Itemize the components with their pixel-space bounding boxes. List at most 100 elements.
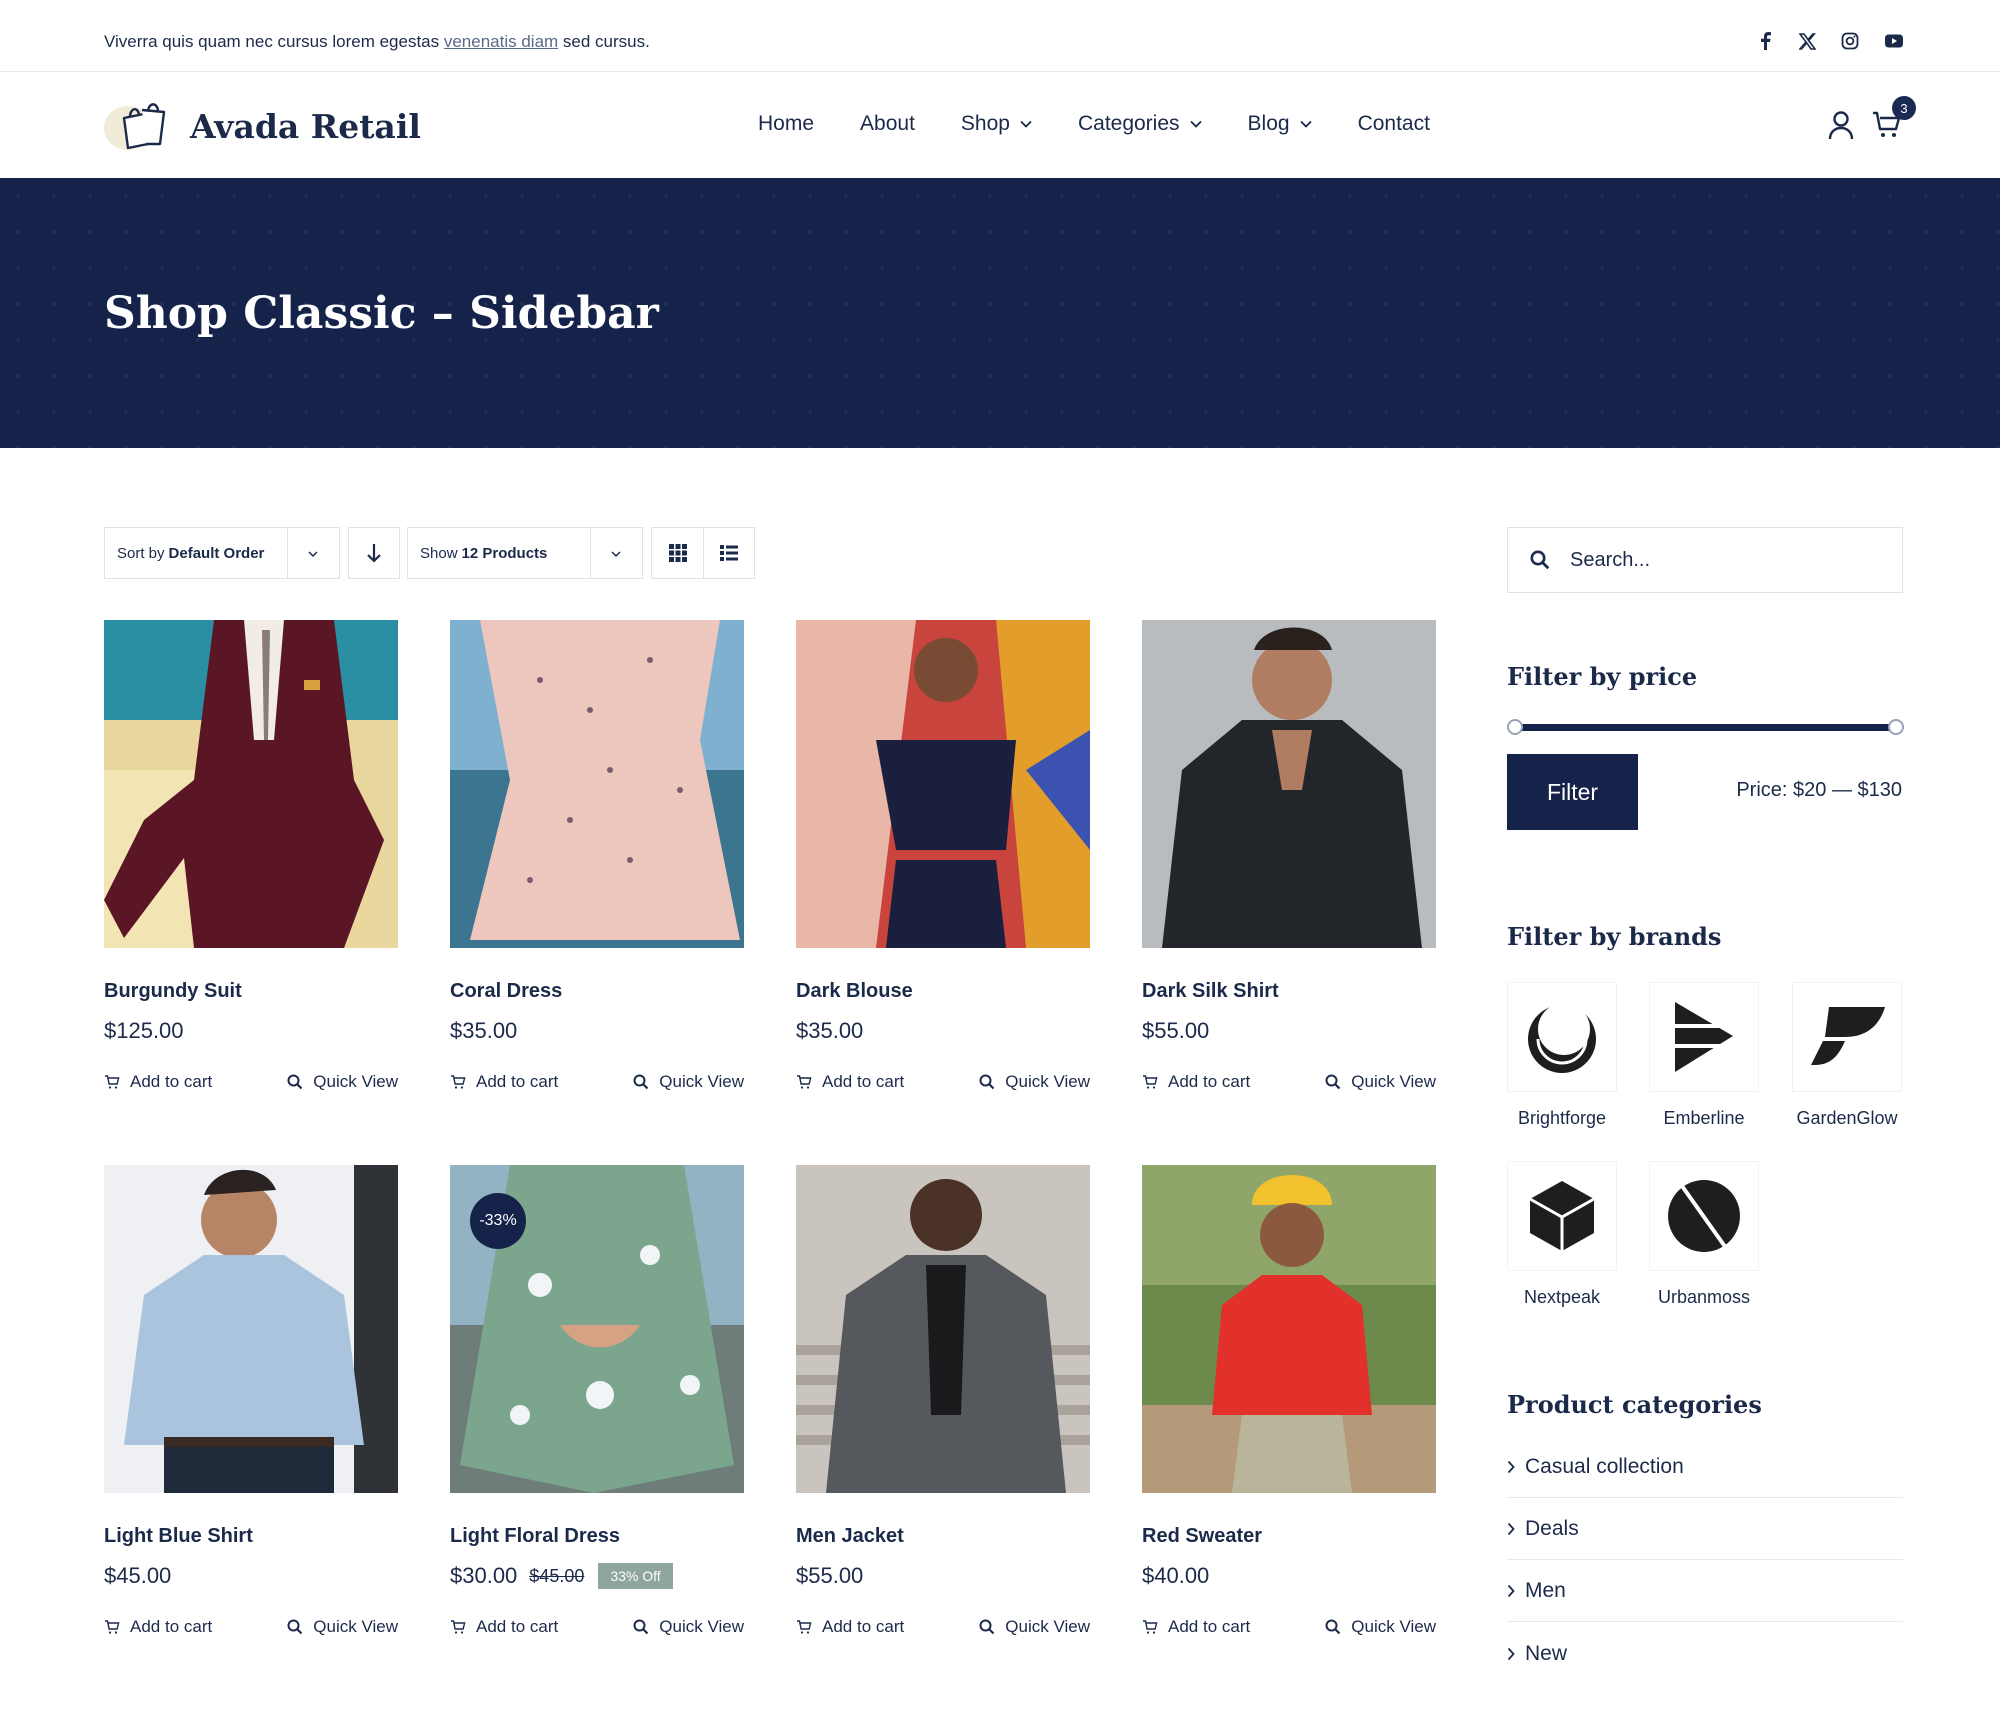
x-twitter-icon[interactable] xyxy=(1797,31,1817,51)
discount-badge: 33% Off xyxy=(598,1563,673,1589)
site-logo[interactable]: Avada Retail xyxy=(104,100,421,152)
chevron-right-icon xyxy=(1507,1647,1515,1661)
chevron-right-icon xyxy=(1507,1460,1515,1473)
add-to-cart-button[interactable]: Add to cart xyxy=(450,1617,558,1637)
add-to-cart-button[interactable]: Add to cart xyxy=(796,1072,904,1092)
product-name[interactable]: Men Jacket xyxy=(796,1525,904,1548)
product-actions: Add to cart Quick View xyxy=(1142,1617,1436,1637)
brand-urbanmoss[interactable]: Urbanmoss xyxy=(1649,1161,1759,1308)
price-slider-max-handle[interactable] xyxy=(1888,719,1904,735)
product-price: $45.00 xyxy=(104,1563,171,1589)
product-price: $40.00 xyxy=(1142,1563,1209,1589)
nav-categories[interactable]: Categories xyxy=(1078,112,1202,136)
search-icon xyxy=(1325,1074,1341,1090)
filter-button[interactable]: Filter xyxy=(1507,754,1638,830)
emberline-logo-icon xyxy=(1675,1002,1735,1072)
product-name[interactable]: Red Sweater xyxy=(1142,1525,1262,1548)
product-card: Dark Silk Shirt $55.00 Add to cart Quick… xyxy=(1142,620,1436,1091)
youtube-icon[interactable] xyxy=(1884,31,1904,51)
quick-view-button[interactable]: Quick View xyxy=(633,1072,744,1092)
product-actions: Add to cart Quick View xyxy=(796,1072,1090,1092)
list-icon xyxy=(719,545,738,561)
add-to-cart-label: Add to cart xyxy=(130,1072,213,1091)
quick-view-button[interactable]: Quick View xyxy=(1325,1617,1436,1637)
sort-direction-button[interactable] xyxy=(348,527,400,579)
nav-home[interactable]: Home xyxy=(758,112,814,136)
product-price: $35.00 xyxy=(450,1018,517,1044)
nav-shop[interactable]: Shop xyxy=(961,112,1032,136)
add-to-cart-label: Add to cart xyxy=(130,1617,213,1636)
chevron-down-icon xyxy=(1020,120,1032,128)
facebook-icon[interactable] xyxy=(1755,31,1775,51)
product-image[interactable]: -33% xyxy=(450,1165,744,1493)
product-card: Men Jacket $55.00 Add to cart Quick View xyxy=(796,1165,1090,1636)
announcement-text-start: Viverra quis quam nec cursus lorem egest… xyxy=(104,32,444,51)
price-current: $40.00 xyxy=(1142,1563,1210,1588)
product-actions: Add to cart Quick View xyxy=(450,1617,744,1637)
product-image[interactable] xyxy=(796,620,1090,948)
add-to-cart-button[interactable]: Add to cart xyxy=(1142,1072,1250,1092)
product-name[interactable]: Burgundy Suit xyxy=(104,980,242,1003)
search-icon xyxy=(633,1074,649,1090)
nav-blog[interactable]: Blog xyxy=(1248,112,1312,136)
sort-value: Default Order xyxy=(168,544,265,562)
add-to-cart-button[interactable]: Add to cart xyxy=(104,1617,212,1637)
nav-blog-label: Blog xyxy=(1247,112,1290,135)
category-deals[interactable]: Deals xyxy=(1507,1498,1903,1560)
search-icon[interactable] xyxy=(1530,550,1550,570)
price-range-label: Price: $20 — $130 xyxy=(1736,779,1902,801)
per-page-select[interactable]: Show 12 Products xyxy=(407,527,643,579)
product-image[interactable] xyxy=(1142,1165,1436,1493)
nav-contact[interactable]: Contact xyxy=(1358,112,1430,136)
product-actions: Add to cart Quick View xyxy=(104,1617,398,1637)
add-to-cart-button[interactable]: Add to cart xyxy=(450,1072,558,1092)
product-name[interactable]: Light Floral Dress xyxy=(450,1525,620,1548)
sort-select[interactable]: Sort by Default Order xyxy=(104,527,340,579)
quick-view-button[interactable]: Quick View xyxy=(633,1617,744,1637)
brand-nextpeak[interactable]: Nextpeak xyxy=(1507,1161,1617,1308)
quick-view-button[interactable]: Quick View xyxy=(979,1617,1090,1637)
price-current: $45.00 xyxy=(104,1563,172,1588)
brand-emberline[interactable]: Emberline xyxy=(1649,982,1759,1129)
product-name[interactable]: Coral Dress xyxy=(450,980,562,1003)
category-casual-collection[interactable]: Casual collection xyxy=(1507,1436,1903,1498)
sort-prefix: Sort by xyxy=(117,544,165,562)
quick-view-button[interactable]: Quick View xyxy=(1325,1072,1436,1092)
list-view-button[interactable] xyxy=(703,528,754,578)
product-image[interactable] xyxy=(1142,620,1436,948)
quick-view-label: Quick View xyxy=(659,1072,744,1091)
category-new[interactable]: New xyxy=(1507,1623,1903,1685)
product-image[interactable] xyxy=(450,620,744,948)
search-input[interactable] xyxy=(1570,548,1870,572)
category-men[interactable]: Men xyxy=(1507,1560,1903,1622)
chevron-right-icon xyxy=(1507,1522,1515,1535)
product-image[interactable] xyxy=(104,1165,398,1493)
filter-price-heading: Filter by price xyxy=(1507,662,1698,691)
brand-label: GardenGlow xyxy=(1796,1108,1898,1128)
price-slider-track[interactable] xyxy=(1514,724,1896,731)
brand-gardenglow[interactable]: GardenGlow xyxy=(1792,982,1902,1129)
add-to-cart-label: Add to cart xyxy=(476,1072,559,1091)
product-name[interactable]: Dark Silk Shirt xyxy=(1142,980,1279,1003)
nav-about[interactable]: About xyxy=(860,112,915,136)
user-account-icon[interactable] xyxy=(1828,110,1854,145)
grid-view-button[interactable] xyxy=(652,528,703,578)
product-image[interactable] xyxy=(796,1165,1090,1493)
instagram-icon[interactable] xyxy=(1840,31,1860,51)
quick-view-button[interactable]: Quick View xyxy=(287,1072,398,1092)
product-name[interactable]: Light Blue Shirt xyxy=(104,1525,253,1548)
chevron-down-icon xyxy=(611,551,621,558)
product-name[interactable]: Dark Blouse xyxy=(796,980,913,1003)
cart-icon xyxy=(1143,1620,1158,1634)
product-image[interactable] xyxy=(104,620,398,948)
add-to-cart-button[interactable]: Add to cart xyxy=(104,1072,212,1092)
add-to-cart-button[interactable]: Add to cart xyxy=(1142,1617,1250,1637)
price-slider-min-handle[interactable] xyxy=(1507,719,1523,735)
product-actions: Add to cart Quick View xyxy=(104,1072,398,1092)
add-to-cart-button[interactable]: Add to cart xyxy=(796,1617,904,1637)
quick-view-button[interactable]: Quick View xyxy=(979,1072,1090,1092)
price-current: $35.00 xyxy=(796,1018,864,1043)
brand-brightforge[interactable]: Brightforge xyxy=(1507,982,1617,1129)
announcement-link[interactable]: venenatis diam xyxy=(444,32,558,51)
quick-view-button[interactable]: Quick View xyxy=(287,1617,398,1637)
